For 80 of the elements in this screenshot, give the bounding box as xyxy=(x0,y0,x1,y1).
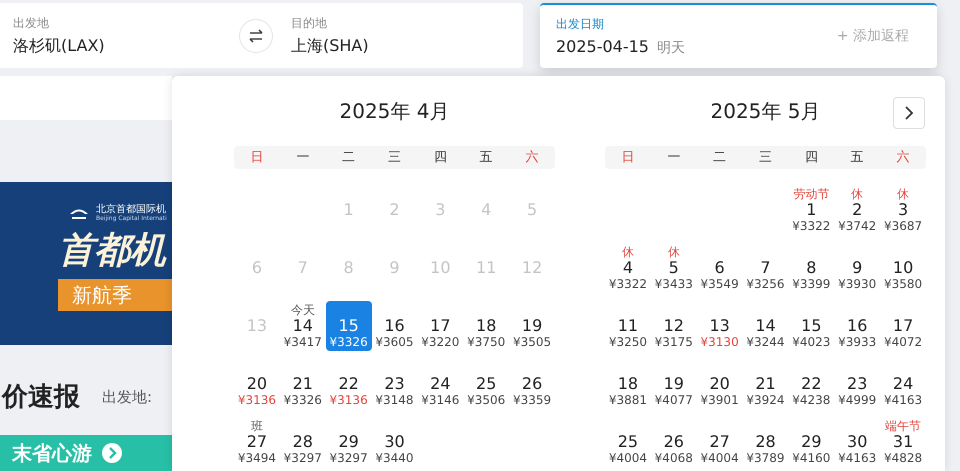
weekday-label: 一 xyxy=(666,148,682,167)
chevron-right-circle-icon xyxy=(102,443,122,463)
weekday-label: 五 xyxy=(478,148,494,167)
weekday-label: 三 xyxy=(758,148,773,167)
calendar-day[interactable]: 15 ¥4023 xyxy=(788,301,834,351)
date-value: 2025-04-15 xyxy=(556,36,649,58)
calendar-day[interactable]: 29 ¥3297 xyxy=(326,417,372,467)
calendar-day[interactable]: 21 ¥3326 xyxy=(280,359,326,409)
calendar-day[interactable]: 15 ¥3326 xyxy=(326,301,372,351)
weekday-label: 六 xyxy=(896,148,911,167)
weekday-label: 五 xyxy=(850,148,865,167)
calendar-day[interactable]: 休 5 ¥3433 xyxy=(650,243,697,293)
weekday-label: 日 xyxy=(249,148,264,167)
calendar-day[interactable]: 11 ¥3250 xyxy=(605,301,651,351)
calendar-day[interactable]: 22 ¥4238 xyxy=(788,359,834,409)
calendar-day[interactable]: 23 ¥4999 xyxy=(834,359,880,409)
banner-org: 北京首都国际机 xyxy=(96,204,167,215)
calendar-day[interactable]: 25 ¥3506 xyxy=(463,359,510,409)
date-label: 出发日期 xyxy=(556,16,605,32)
calendar-day[interactable]: 14 ¥3244 xyxy=(742,301,788,351)
calendar-day[interactable]: 18 ¥3881 xyxy=(605,359,651,409)
calendar-day[interactable]: 24 ¥3146 xyxy=(417,359,464,409)
calendar-day[interactable]: 17 ¥4072 xyxy=(880,301,926,351)
calendar-day[interactable]: 29 ¥4160 xyxy=(788,417,834,467)
banner-tag: 新航季 xyxy=(58,279,172,311)
swap-arrows-icon xyxy=(247,28,265,42)
weekday-label: 二 xyxy=(712,148,728,167)
calendar-day[interactable]: 端午节 31 ¥4828 xyxy=(880,417,926,467)
calendar-day[interactable]: 17 ¥3220 xyxy=(417,301,464,351)
weekday-label: 三 xyxy=(386,148,402,167)
weekday-label: 一 xyxy=(295,148,310,167)
month-title: 2025年 5月 xyxy=(710,98,820,126)
filter-label: 出发地: xyxy=(102,386,152,408)
calendar-day[interactable]: 班 27 ¥3494 xyxy=(234,417,280,467)
calendar-day[interactable]: 9 ¥3930 xyxy=(834,243,880,293)
banner-headline: 首都机 xyxy=(58,229,168,273)
weekday-label: 六 xyxy=(524,148,540,167)
weekday-label: 四 xyxy=(432,148,448,167)
calendar-day[interactable]: 30 ¥4163 xyxy=(834,417,880,467)
calendar-day[interactable]: 22 ¥3136 xyxy=(326,359,372,409)
calendar-day[interactable]: 24 ¥4163 xyxy=(880,359,926,409)
calendar-day[interactable]: 8 ¥3399 xyxy=(788,243,834,293)
calendar-day[interactable]: 13 ¥3130 xyxy=(696,301,743,351)
calendar-day[interactable]: 30 ¥3440 xyxy=(372,417,418,467)
calendar-day[interactable]: 10 ¥3580 xyxy=(880,243,926,293)
weekday-label: 日 xyxy=(620,148,636,167)
date-panel[interactable]: 出发日期 2025-04-15 明天 + 添加返程 xyxy=(540,3,937,68)
swap-button[interactable] xyxy=(239,18,273,52)
calendar-day[interactable]: 19 ¥4077 xyxy=(650,359,697,409)
calendar-day[interactable]: 27 ¥4004 xyxy=(696,417,743,467)
calendar-day[interactable]: 23 ¥3148 xyxy=(372,359,418,409)
date-hint: 明天 xyxy=(656,38,685,58)
calendar-day[interactable]: 6 ¥3549 xyxy=(696,243,743,293)
calendar-day[interactable]: 28 ¥3789 xyxy=(742,417,788,467)
weekday-label: 四 xyxy=(804,148,819,167)
chevron-right-icon xyxy=(904,106,914,120)
calendar-day[interactable]: 7 ¥3256 xyxy=(742,243,788,293)
calendar-day[interactable]: 劳动节 1 ¥3322 xyxy=(788,185,834,235)
origin-field[interactable]: 出发地 洛杉矶(LAX) xyxy=(0,3,240,68)
next-month-button[interactable] xyxy=(893,97,925,129)
calendar-day[interactable]: 休 3 ¥3687 xyxy=(880,185,926,235)
calendar-day[interactable]: 18 ¥3750 xyxy=(463,301,510,351)
calendar-day[interactable]: 28 ¥3297 xyxy=(280,417,326,467)
destination-field[interactable]: 目的地 上海(SHA) xyxy=(273,3,523,68)
calendar-day[interactable]: 25 ¥4004 xyxy=(605,417,651,467)
calendar-day[interactable]: 今天 14 ¥3417 xyxy=(280,301,326,351)
month-title: 2025年 4月 xyxy=(340,98,450,126)
calendar-day[interactable]: 21 ¥3924 xyxy=(742,359,788,409)
calendar-day[interactable]: 20 ¥3136 xyxy=(234,359,280,409)
calendar-day[interactable]: 16 ¥3605 xyxy=(372,301,418,351)
calendar-day[interactable]: 休 4 ¥3322 xyxy=(605,243,651,293)
calendar-day[interactable]: 休 2 ¥3742 xyxy=(834,185,880,235)
calendar-day[interactable]: 16 ¥3933 xyxy=(834,301,880,351)
calendar-day[interactable]: 20 ¥3901 xyxy=(696,359,743,409)
calendar-day[interactable]: 26 ¥3359 xyxy=(509,359,555,409)
calendar-day[interactable]: 26 ¥4068 xyxy=(650,417,697,467)
calendar-day[interactable]: 19 ¥3505 xyxy=(509,301,555,351)
section-title: 价速报 xyxy=(2,381,80,414)
weekday-label: 二 xyxy=(341,148,356,167)
calendar-day[interactable]: 12 ¥3175 xyxy=(650,301,697,351)
